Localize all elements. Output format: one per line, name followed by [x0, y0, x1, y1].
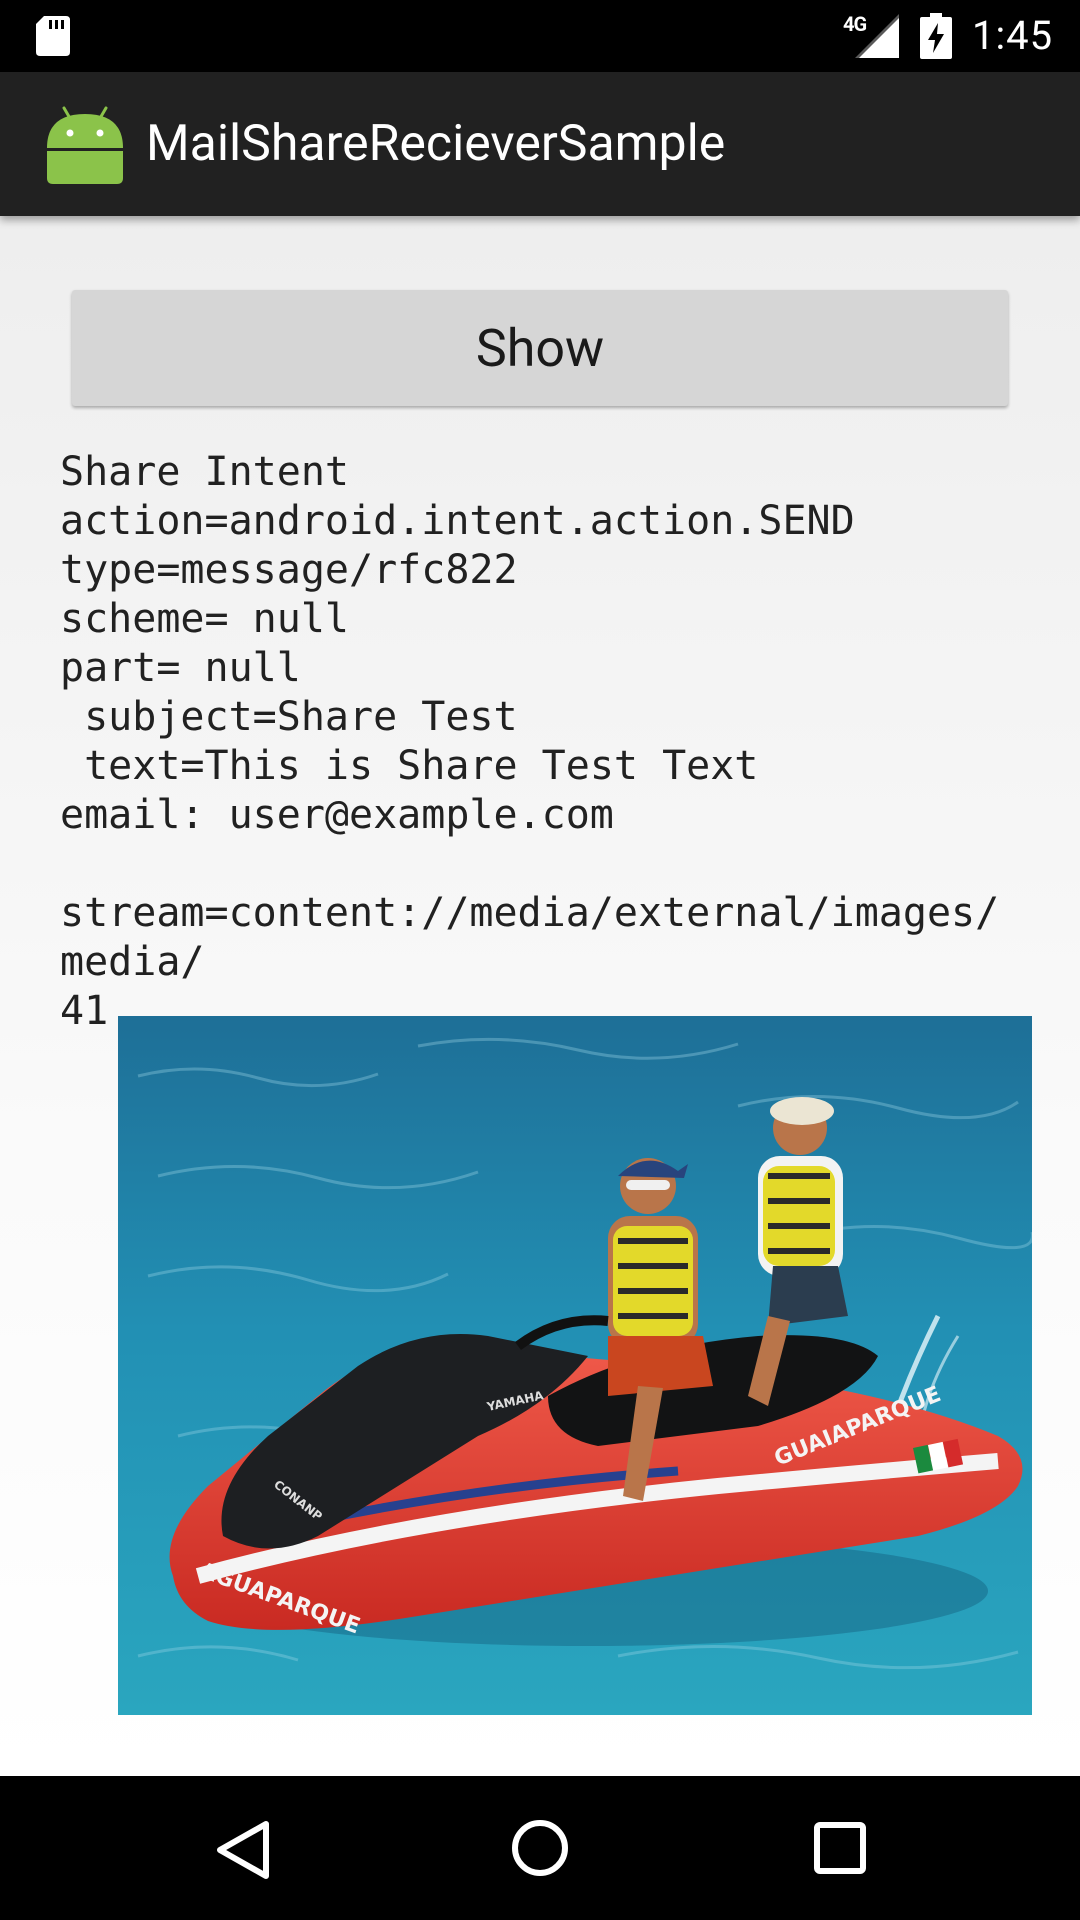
main-content: Show Share Intent action=android.intent.…	[0, 216, 1080, 1776]
sd-card-icon	[36, 16, 70, 56]
recent-apps-icon[interactable]	[812, 1820, 868, 1876]
app-title: MailShareRecieverSample	[146, 115, 726, 173]
status-clock: 1:45	[972, 12, 1054, 59]
android-robot-icon	[47, 106, 123, 184]
home-icon[interactable]	[510, 1818, 570, 1878]
battery-charging-icon	[920, 13, 952, 59]
signal-icon	[855, 14, 899, 58]
shared-image: AGUAPARQUE GUAIAPARQUE YAMAHA CONANP	[118, 1016, 1032, 1715]
jet-ski-photo: AGUAPARQUE GUAIAPARQUE YAMAHA CONANP	[118, 1016, 1032, 1715]
navigation-bar	[0, 1776, 1080, 1920]
status-bar: 4G 1:45	[0, 0, 1080, 72]
action-bar: MailShareRecieverSample	[0, 72, 1080, 216]
intent-info-text: Share Intent action=android.intent.actio…	[60, 449, 1000, 1034]
back-icon[interactable]	[214, 1820, 270, 1880]
show-button[interactable]: Show	[72, 290, 1008, 406]
